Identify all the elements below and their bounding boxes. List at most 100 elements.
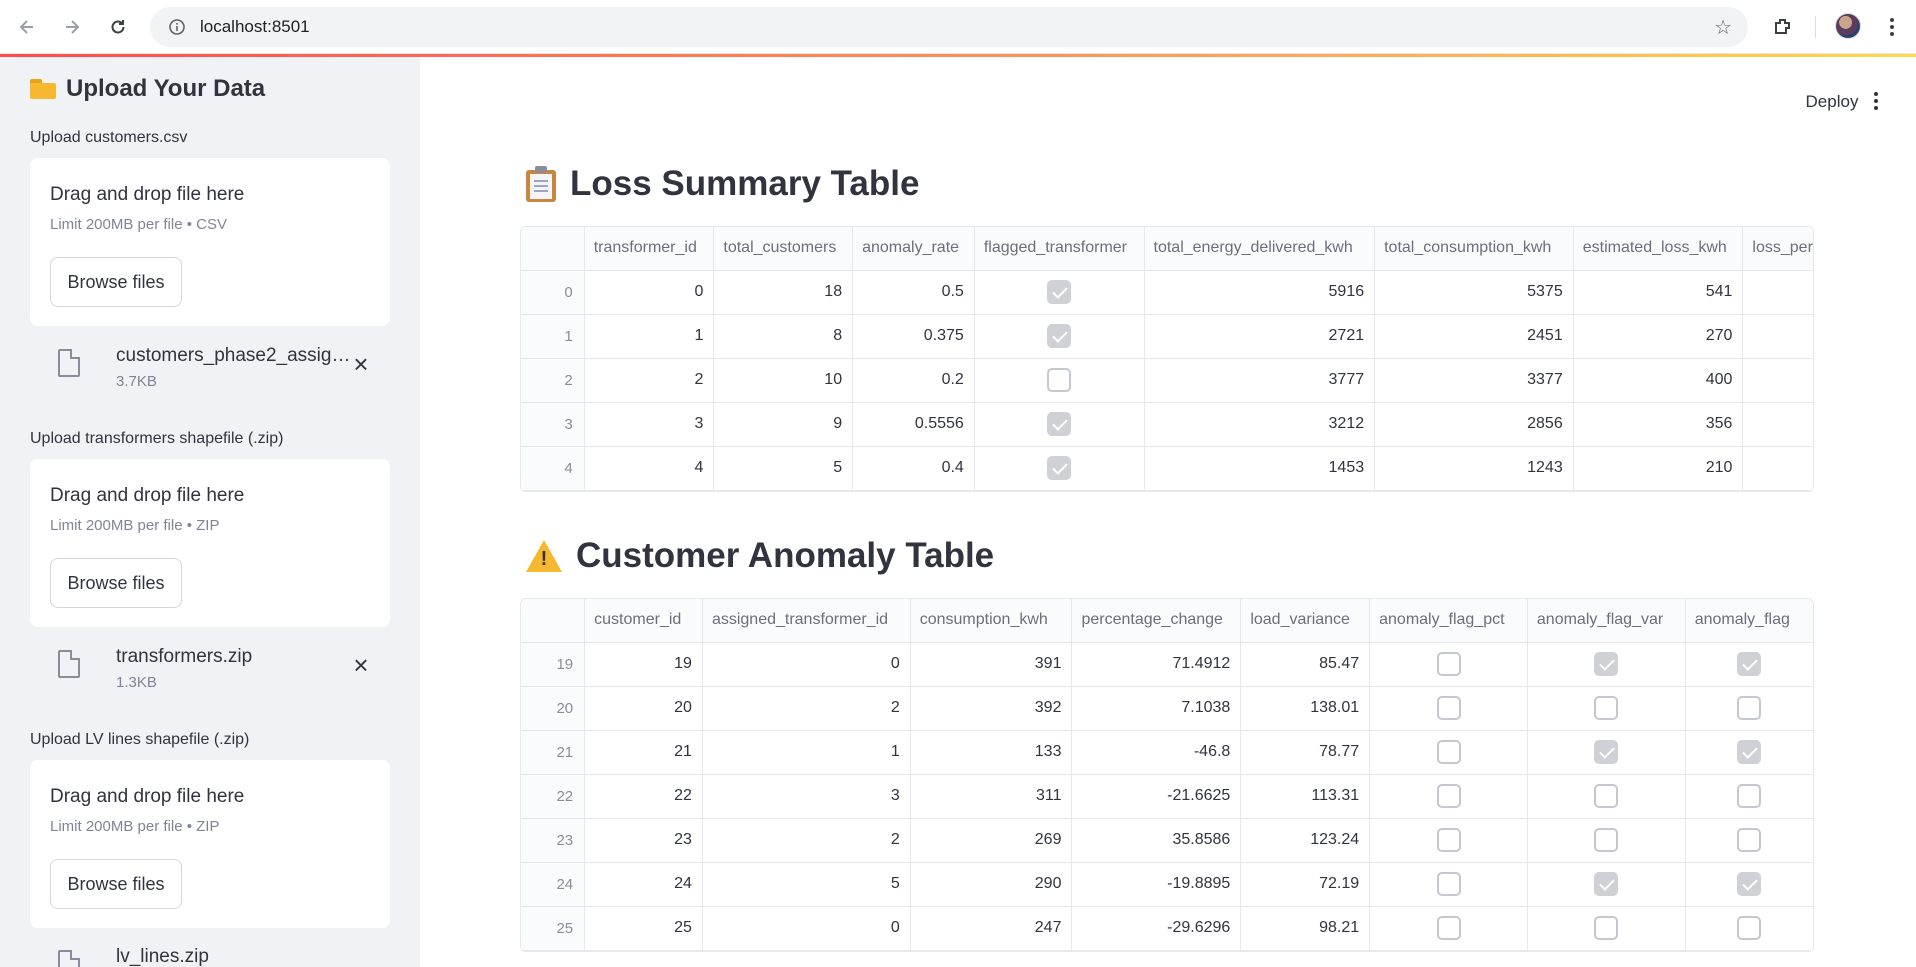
column-header[interactable]: total_customers: [713, 227, 854, 271]
cell-customer-id[interactable]: 24: [584, 862, 703, 907]
cell-anomaly-flag-pct[interactable]: [1369, 906, 1528, 951]
column-header[interactable]: load_variance: [1240, 599, 1371, 643]
column-header[interactable]: anomaly_flag_var: [1527, 599, 1686, 643]
dropzone-transformers[interactable]: Drag and drop file here Limit 200MB per …: [30, 459, 390, 627]
cell-anomaly-rate[interactable]: 0.5: [852, 270, 975, 315]
cell-customer-id[interactable]: 21: [584, 730, 703, 775]
cell-estimated-loss[interactable]: 356: [1573, 402, 1744, 447]
column-header[interactable]: transformer_id: [584, 227, 715, 271]
cell-anomaly-rate[interactable]: 0.375: [852, 314, 975, 359]
checkbox-checked[interactable]: [1047, 456, 1072, 480]
cell-anomaly-flag[interactable]: [1685, 906, 1813, 951]
column-header[interactable]: anomaly_flag_pct: [1369, 599, 1528, 643]
site-info-icon[interactable]: [162, 18, 192, 36]
cell-anomaly-flag[interactable]: [1685, 774, 1813, 819]
table-row[interactable]: 19 19 0 391 71.4912 85.47: [521, 642, 1813, 687]
cell-customer-id[interactable]: 20: [584, 686, 703, 731]
cell-loss-percent[interactable]: [1742, 358, 1813, 403]
cell-assigned-transformer-id[interactable]: 2: [702, 686, 911, 731]
remove-file-close-icon[interactable]: ×: [348, 351, 374, 377]
column-header[interactable]: percentage_change: [1071, 599, 1242, 643]
remove-file-close-icon[interactable]: ×: [348, 652, 374, 678]
cell-total-consumption[interactable]: 5375: [1374, 270, 1574, 315]
cell-loss-percent[interactable]: [1742, 270, 1813, 315]
cell-anomaly-flag-var[interactable]: [1527, 774, 1686, 819]
cell-anomaly-flag[interactable]: [1685, 642, 1813, 687]
checkbox-unchecked[interactable]: [1047, 368, 1072, 392]
cell-consumption-kwh[interactable]: 391: [910, 642, 1073, 687]
cell-load-variance[interactable]: 138.01: [1240, 686, 1371, 731]
cell-customer-id[interactable]: 23: [584, 818, 703, 863]
cell-anomaly-rate[interactable]: 0.5556: [852, 402, 975, 447]
cell-assigned-transformer-id[interactable]: 0: [702, 642, 911, 687]
checkbox-unchecked[interactable]: [1436, 696, 1461, 720]
main-menu-icon[interactable]: [1866, 92, 1886, 114]
table-row[interactable]: 2 2 10 0.2 3777 3377 400: [521, 358, 1813, 403]
reload-icon[interactable]: [103, 12, 133, 42]
checkbox-unchecked[interactable]: [1737, 784, 1762, 808]
cell-transformer-id[interactable]: 1: [584, 314, 715, 359]
column-header[interactable]: total_energy_delivered_kwh: [1144, 227, 1376, 271]
cell-customer-id[interactable]: 22: [584, 774, 703, 819]
cell-assigned-transformer-id[interactable]: 1: [702, 730, 911, 775]
cell-total-energy-delivered[interactable]: 2721: [1144, 314, 1376, 359]
checkbox-checked[interactable]: [1594, 872, 1619, 896]
checkbox-unchecked[interactable]: [1594, 916, 1619, 940]
cell-consumption-kwh[interactable]: 290: [910, 862, 1073, 907]
checkbox-unchecked[interactable]: [1737, 916, 1762, 940]
cell-anomaly-rate[interactable]: 0.2: [852, 358, 975, 403]
checkbox-checked[interactable]: [1047, 412, 1072, 436]
table-row[interactable]: 22 22 3 311 -21.6625 113.31: [521, 774, 1813, 819]
cell-flagged-transformer[interactable]: [974, 314, 1145, 359]
cell-total-consumption[interactable]: 3377: [1374, 358, 1574, 403]
cell-total-energy-delivered[interactable]: 5916: [1144, 270, 1376, 315]
bookmark-star-icon[interactable]: ☆: [1714, 15, 1732, 40]
cell-customer-id[interactable]: 25: [584, 906, 703, 951]
cell-transformer-id[interactable]: 4: [584, 446, 715, 491]
cell-anomaly-flag-var[interactable]: [1527, 686, 1686, 731]
table-row[interactable]: 23 23 2 269 35.8586 123.24: [521, 818, 1813, 863]
forward-icon[interactable]: [57, 12, 87, 42]
cell-estimated-loss[interactable]: 270: [1573, 314, 1744, 359]
column-header[interactable]: total_consumption_kwh: [1374, 227, 1574, 271]
cell-percentage-change[interactable]: -29.6296: [1071, 906, 1242, 951]
dropzone-lv-lines[interactable]: Drag and drop file here Limit 200MB per …: [30, 760, 390, 928]
column-header[interactable]: flagged_transformer: [974, 227, 1145, 271]
cell-total-energy-delivered[interactable]: 3777: [1144, 358, 1376, 403]
table-row[interactable]: 3 3 9 0.5556 3212 2856 356: [521, 402, 1813, 447]
cell-anomaly-flag-var[interactable]: [1527, 906, 1686, 951]
customer-anomaly-table[interactable]: customer_id assigned_transformer_id cons…: [520, 598, 1814, 952]
cell-anomaly-flag-var[interactable]: [1527, 862, 1686, 907]
column-header[interactable]: customer_id: [584, 599, 703, 643]
checkbox-checked[interactable]: [1594, 652, 1619, 676]
cell-load-variance[interactable]: 123.24: [1240, 818, 1371, 863]
cell-consumption-kwh[interactable]: 392: [910, 686, 1073, 731]
cell-total-consumption[interactable]: 1243: [1374, 446, 1574, 491]
cell-estimated-loss[interactable]: 400: [1573, 358, 1744, 403]
checkbox-unchecked[interactable]: [1436, 740, 1461, 764]
cell-total-customers[interactable]: 9: [713, 402, 854, 447]
column-header[interactable]: anomaly_flag: [1685, 599, 1813, 643]
cell-percentage-change[interactable]: 71.4912: [1071, 642, 1242, 687]
cell-transformer-id[interactable]: 2: [584, 358, 715, 403]
cell-consumption-kwh[interactable]: 247: [910, 906, 1073, 951]
cell-anomaly-flag-pct[interactable]: [1369, 730, 1528, 775]
address-bar[interactable]: localhost:8501 ☆: [150, 7, 1748, 47]
cell-total-energy-delivered[interactable]: 3212: [1144, 402, 1376, 447]
cell-total-customers[interactable]: 18: [713, 270, 854, 315]
cell-load-variance[interactable]: 72.19: [1240, 862, 1371, 907]
checkbox-unchecked[interactable]: [1594, 828, 1619, 852]
checkbox-unchecked[interactable]: [1737, 696, 1762, 720]
cell-transformer-id[interactable]: 0: [584, 270, 715, 315]
checkbox-unchecked[interactable]: [1436, 784, 1461, 808]
column-header[interactable]: loss_per: [1742, 227, 1813, 271]
checkbox-unchecked[interactable]: [1436, 828, 1461, 852]
cell-estimated-loss[interactable]: 210: [1573, 446, 1744, 491]
column-header[interactable]: estimated_loss_kwh: [1573, 227, 1744, 271]
cell-total-customers[interactable]: 8: [713, 314, 854, 359]
checkbox-checked[interactable]: [1737, 652, 1762, 676]
cell-anomaly-flag[interactable]: [1685, 730, 1813, 775]
back-icon[interactable]: [12, 12, 42, 42]
cell-assigned-transformer-id[interactable]: 0: [702, 906, 911, 951]
loss-summary-table[interactable]: transformer_id total_customers anomaly_r…: [520, 226, 1814, 492]
